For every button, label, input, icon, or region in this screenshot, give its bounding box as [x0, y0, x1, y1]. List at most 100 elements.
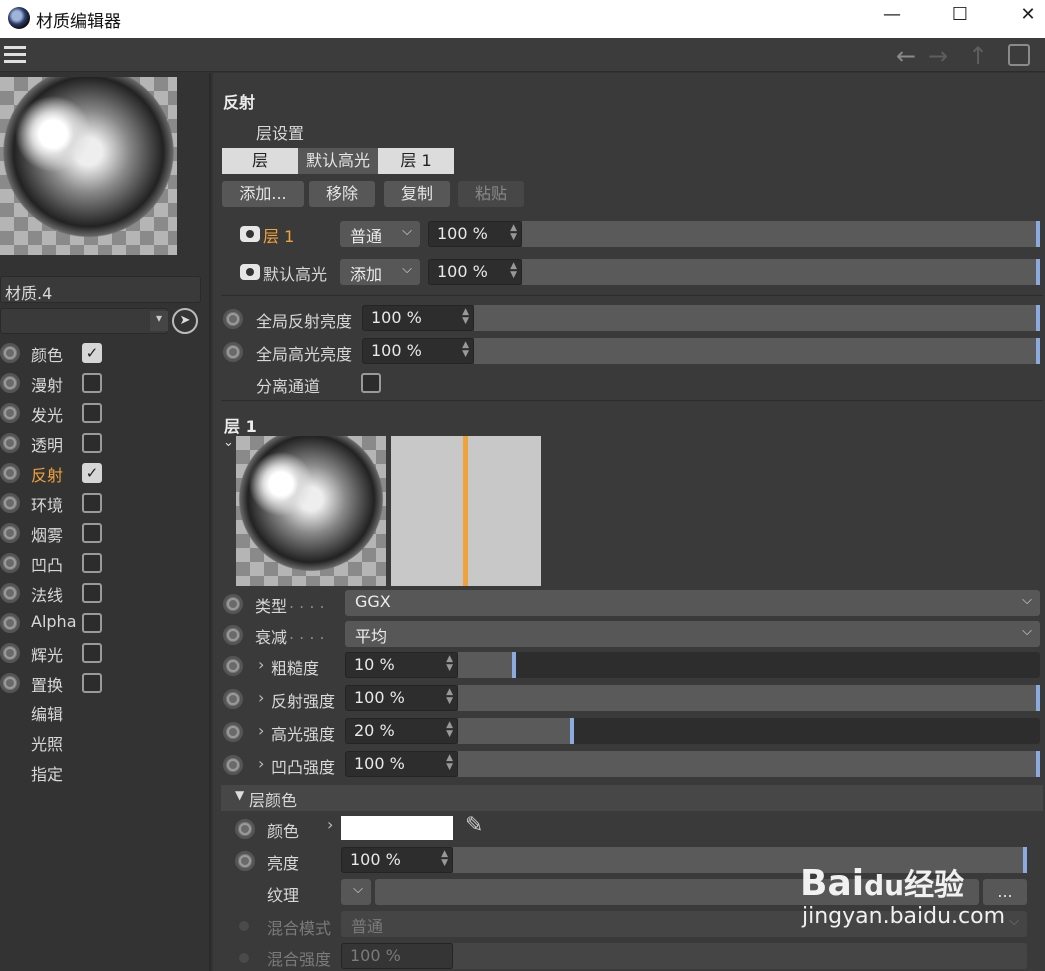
layer-opacity-slider[interactable] [522, 221, 1040, 247]
roughness-slider[interactable] [458, 652, 1040, 678]
animate-radio[interactable] [223, 722, 243, 742]
channel-label[interactable]: 辉光 [31, 642, 63, 666]
chevron-down-icon[interactable]: ⌄ [223, 435, 234, 450]
channel-row[interactable]: 漫射 [0, 369, 210, 399]
tab-default-specular[interactable]: 默认高光 [298, 148, 378, 174]
layer-opacity-slider[interactable] [522, 259, 1040, 285]
chevron-right-icon[interactable]: › [327, 815, 333, 834]
slider-knob[interactable] [1036, 221, 1040, 247]
animate-radio[interactable] [0, 553, 20, 573]
channel-row[interactable]: 辉光 [0, 639, 210, 669]
channel-label[interactable]: 发光 [31, 402, 63, 426]
animate-radio[interactable] [223, 656, 243, 676]
material-name-field[interactable]: 材质.4 [0, 276, 201, 303]
layer-opacity-field[interactable]: 100 % ▲ ▼ [428, 259, 522, 285]
animate-radio[interactable] [223, 755, 243, 775]
up-arrow-icon[interactable]: ↑ [968, 42, 988, 70]
channel-extra-assign[interactable]: 指定 [31, 761, 63, 785]
channel-checkbox[interactable] [82, 403, 102, 423]
spinner-icon[interactable]: ▲ ▼ [462, 341, 469, 359]
channel-checkbox[interactable] [82, 673, 102, 693]
animate-radio[interactable] [0, 433, 20, 453]
layer-blend-mode-select[interactable]: 添加 ⌵ [340, 259, 420, 285]
blend-strength-field[interactable]: 100 % [341, 943, 453, 969]
animate-radio[interactable] [0, 343, 20, 363]
animate-radio[interactable] [0, 493, 20, 513]
spinner-icon[interactable]: ▲ ▼ [510, 262, 517, 280]
channel-row[interactable]: 透明 [0, 429, 210, 459]
paste-layer-button[interactable]: 粘贴 [458, 181, 524, 207]
channel-extra-illumination[interactable]: 光照 [31, 731, 63, 755]
channel-row[interactable]: 环境 [0, 489, 210, 519]
channel-checkbox[interactable] [82, 373, 102, 393]
channel-label[interactable]: 环境 [31, 492, 63, 516]
chevron-right-icon[interactable]: › [258, 688, 264, 707]
spec-strength-slider[interactable] [458, 718, 1040, 744]
copy-layer-button[interactable]: 复制 [384, 181, 450, 207]
layer-blend-mode-select[interactable]: 普通 ⌵ [340, 221, 420, 247]
slider-knob[interactable] [1036, 305, 1040, 331]
channel-checkbox[interactable]: ✓ [82, 463, 102, 483]
lock-icon[interactable] [1008, 44, 1030, 66]
channel-row[interactable]: 凹凸 [0, 549, 210, 579]
animate-radio[interactable] [0, 523, 20, 543]
spinner-icon[interactable]: ▲ ▼ [510, 224, 517, 242]
channel-label[interactable]: 凹凸 [31, 552, 63, 576]
add-layer-button[interactable]: 添加... [222, 181, 304, 207]
chevron-right-icon[interactable]: › [258, 655, 264, 674]
animate-radio[interactable] [0, 583, 20, 603]
slider-knob[interactable] [1036, 685, 1040, 711]
animate-radio[interactable] [0, 463, 20, 483]
spinner-icon[interactable]: ▲ ▼ [446, 754, 453, 772]
chevron-down-icon[interactable]: ▾ [150, 311, 168, 331]
falloff-select[interactable]: 平均 ⌵ [345, 621, 1040, 647]
channel-label[interactable]: 漫射 [31, 372, 63, 396]
channel-label[interactable]: Alpha [31, 612, 77, 631]
menu-icon[interactable] [4, 46, 26, 64]
channel-row[interactable]: 发光 [0, 399, 210, 429]
channel-row[interactable]: 置换 [0, 669, 210, 699]
layer-name[interactable]: 层 1 [263, 223, 294, 247]
tab-layer[interactable]: 层 [222, 148, 298, 174]
spinner-icon[interactable]: ▲ ▼ [446, 655, 453, 673]
chevron-right-icon[interactable]: › [258, 721, 264, 740]
global-reflect-field[interactable]: 100 % ▲ ▼ [362, 305, 474, 331]
roughness-field[interactable]: 10 % ▲ ▼ [345, 652, 458, 678]
global-spec-field[interactable]: 100 % ▲ ▼ [362, 338, 474, 364]
eyedropper-icon[interactable]: ✎ [465, 813, 483, 838]
global-spec-slider[interactable] [474, 338, 1040, 364]
layer-name[interactable]: 默认高光 [263, 261, 327, 285]
slider-knob[interactable] [570, 718, 574, 744]
type-select[interactable]: GGX ⌵ [345, 590, 1040, 616]
spec-strength-field[interactable]: 20 % ▲ ▼ [345, 718, 458, 744]
channel-checkbox[interactable] [82, 643, 102, 663]
slider-knob[interactable] [1023, 847, 1027, 873]
bump-strength-slider[interactable] [458, 751, 1040, 777]
material-combo[interactable] [0, 308, 168, 334]
texture-menu[interactable]: ⌵ [341, 879, 371, 905]
channel-label[interactable]: 颜色 [31, 342, 63, 366]
animate-radio[interactable] [0, 373, 20, 393]
channel-checkbox[interactable] [82, 613, 102, 633]
pointer-pick-icon[interactable]: ➤ [172, 308, 198, 334]
chevron-right-icon[interactable]: › [258, 754, 264, 773]
remove-layer-button[interactable]: 移除 [309, 181, 375, 207]
animate-radio[interactable] [223, 309, 243, 329]
close-button[interactable]: ✕ [1008, 4, 1045, 32]
animate-radio[interactable] [0, 403, 20, 423]
animate-radio[interactable] [223, 625, 243, 645]
slider-knob[interactable] [1036, 751, 1040, 777]
spinner-icon[interactable]: ▲ ▼ [446, 721, 453, 739]
animate-radio[interactable] [223, 689, 243, 709]
channel-checkbox[interactable] [82, 523, 102, 543]
color-swatch[interactable] [341, 816, 453, 840]
spinner-icon[interactable]: ▲ ▼ [446, 688, 453, 706]
channel-checkbox[interactable]: ✓ [82, 343, 102, 363]
channel-row[interactable]: 法线 [0, 579, 210, 609]
separate-pass-checkbox[interactable] [361, 373, 381, 393]
channel-label[interactable]: 置换 [31, 672, 63, 696]
animate-radio[interactable] [235, 851, 255, 871]
animate-radio[interactable] [223, 594, 243, 614]
channel-checkbox[interactable] [82, 583, 102, 603]
eye-visibility-icon[interactable] [240, 226, 260, 242]
